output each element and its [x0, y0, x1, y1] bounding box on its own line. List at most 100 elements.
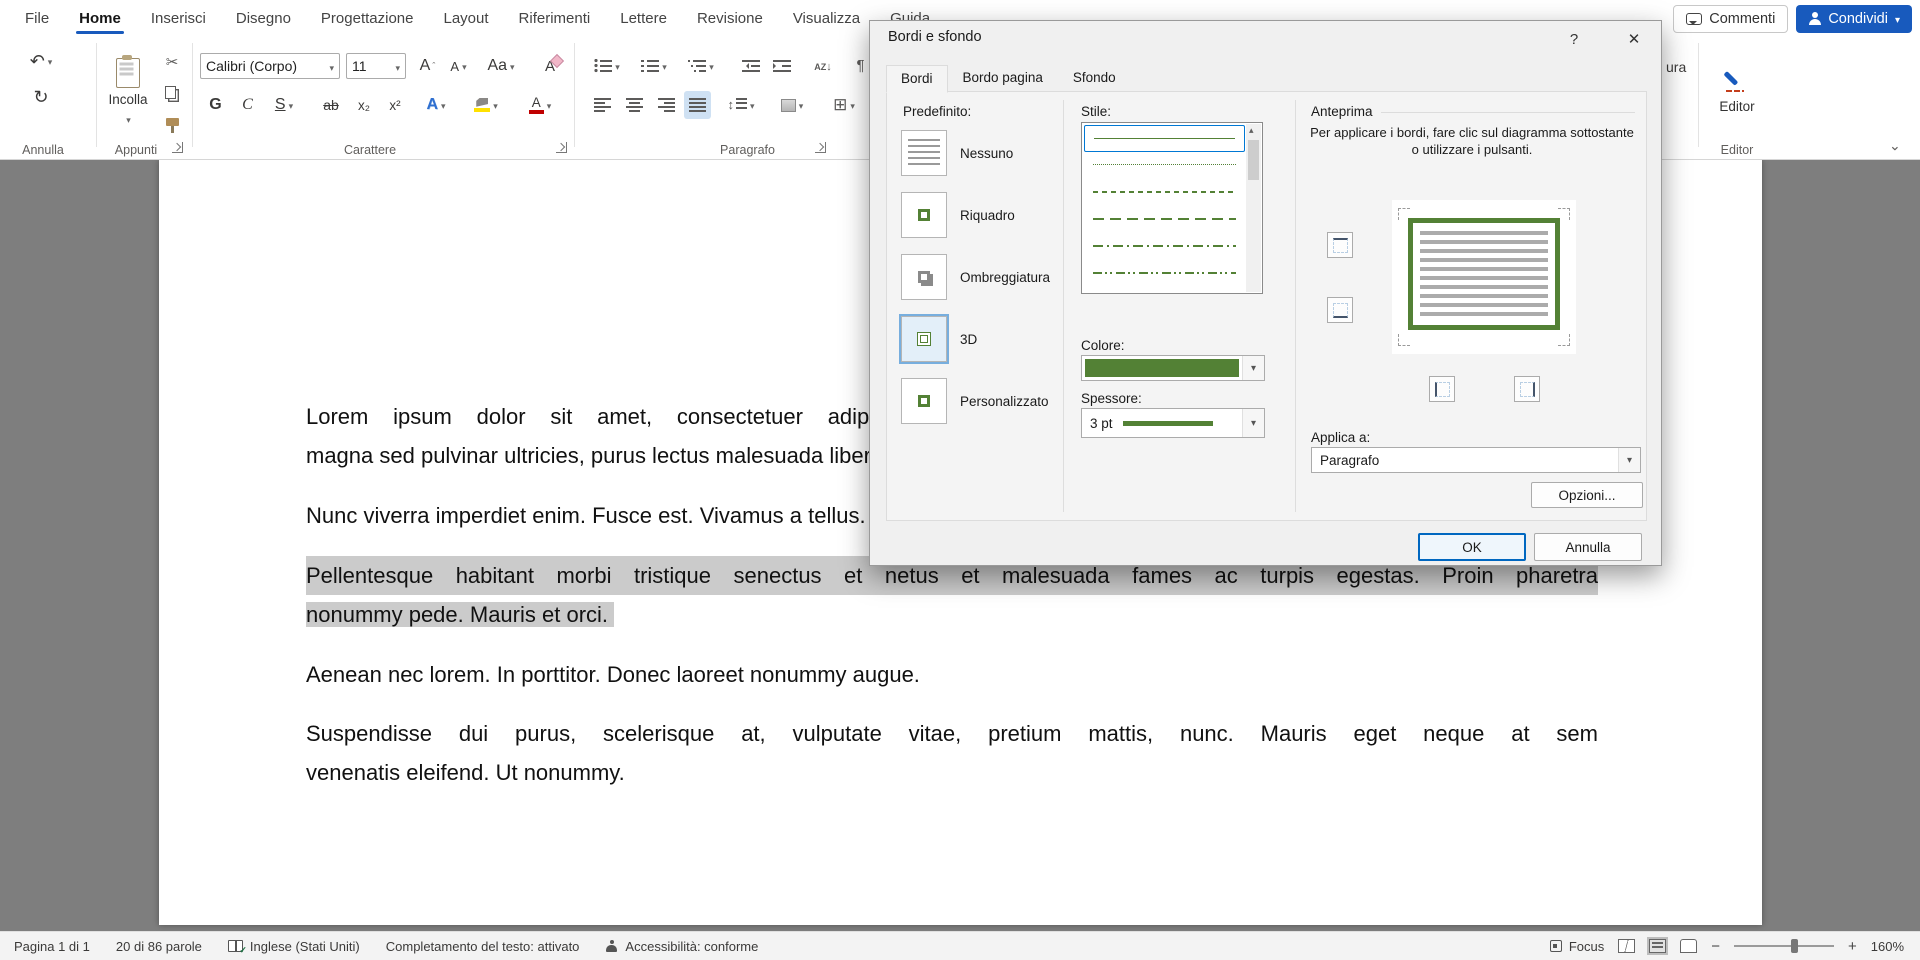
sort-button[interactable]: [805, 53, 841, 79]
underline-button[interactable]: S: [264, 91, 304, 119]
web-layout-button[interactable]: [1680, 939, 1697, 953]
tab-home[interactable]: Home: [64, 0, 136, 37]
word-count[interactable]: 20 di 86 parole: [116, 939, 202, 954]
tab-progettazione[interactable]: Progettazione: [306, 0, 429, 37]
border-bottom-toggle-button[interactable]: [1327, 297, 1353, 323]
color-select[interactable]: [1081, 355, 1265, 381]
style-option-dashed-small[interactable]: [1084, 179, 1245, 206]
chevron-down-icon: [1242, 409, 1264, 437]
undo-button[interactable]: [22, 45, 60, 77]
width-select[interactable]: 3 pt: [1081, 408, 1265, 438]
zoom-slider-thumb[interactable]: [1791, 939, 1798, 953]
grow-font-button[interactable]: Aˆ: [413, 53, 442, 79]
borders-button[interactable]: [822, 91, 866, 119]
change-case-button[interactable]: Aa: [480, 53, 522, 79]
dialog-tab-sfondo[interactable]: Sfondo: [1058, 64, 1131, 92]
tab-revisione[interactable]: Revisione: [682, 0, 778, 37]
border-left-toggle-button[interactable]: [1429, 376, 1455, 402]
tab-lettere[interactable]: Lettere: [605, 0, 682, 37]
cancel-button[interactable]: Annulla: [1534, 533, 1642, 561]
collapse-ribbon-button[interactable]: [1884, 133, 1906, 155]
close-button[interactable]: ✕: [1618, 27, 1650, 51]
share-button[interactable]: Condividi: [1796, 5, 1912, 33]
style-option-dashed[interactable]: [1084, 206, 1245, 233]
tab-visualizza[interactable]: Visualizza: [778, 0, 875, 37]
help-button[interactable]: ?: [1560, 27, 1588, 51]
paste-button[interactable]: Incolla: [104, 45, 152, 139]
tab-disegno[interactable]: Disegno: [221, 0, 306, 37]
ok-button[interactable]: OK: [1418, 533, 1526, 561]
text-completion-status[interactable]: Completamento del testo: attivato: [386, 939, 580, 954]
cut-button[interactable]: [157, 49, 187, 75]
preset-custom-icon: [901, 378, 947, 424]
line-spacing-button[interactable]: [719, 91, 763, 119]
read-mode-button[interactable]: [1618, 939, 1635, 953]
font-size-select[interactable]: 11: [346, 53, 406, 79]
tab-riferimenti[interactable]: Riferimenti: [504, 0, 606, 37]
accessibility-status[interactable]: Accessibilità: conforme: [605, 939, 758, 954]
preset-personalizzato[interactable]: Personalizzato: [901, 378, 1049, 424]
justify-button[interactable]: [684, 91, 711, 119]
superscript-button[interactable]: x²: [381, 91, 409, 119]
font-color-button[interactable]: A: [519, 91, 561, 119]
style-list[interactable]: [1081, 122, 1263, 294]
font-dialog-launcher[interactable]: [556, 142, 567, 153]
style-option-dash-dot[interactable]: [1084, 233, 1245, 260]
preset-3d[interactable]: 3D: [901, 316, 977, 362]
subscript-button[interactable]: x₂: [350, 91, 378, 119]
zoom-out-button[interactable]: −: [1711, 938, 1720, 955]
italic-button[interactable]: C: [234, 91, 261, 119]
border-top-toggle-button[interactable]: [1327, 232, 1353, 258]
preset-nessuno[interactable]: Nessuno: [901, 130, 1013, 176]
dialog-tab-bordi[interactable]: Bordi: [886, 65, 948, 93]
shrink-font-button[interactable]: A: [444, 53, 473, 79]
style-list-scrollbar[interactable]: [1246, 124, 1261, 292]
tab-file[interactable]: File: [10, 0, 64, 37]
clear-formatting-button[interactable]: A: [534, 53, 566, 79]
focus-mode-button[interactable]: Focus: [1550, 939, 1604, 954]
numbering-button[interactable]: [633, 53, 675, 79]
border-right-toggle-button[interactable]: [1514, 376, 1540, 402]
style-option-dotted[interactable]: [1084, 152, 1245, 179]
dialog-tab-bordo-pagina[interactable]: Bordo pagina: [948, 64, 1058, 92]
text-effects-button[interactable]: A: [416, 91, 456, 119]
zoom-level[interactable]: 160%: [1871, 939, 1904, 954]
align-right-button[interactable]: [653, 91, 680, 119]
increase-indent-button[interactable]: [767, 53, 796, 79]
format-painter-button[interactable]: [157, 109, 187, 135]
print-layout-button[interactable]: [1649, 939, 1666, 953]
paragraph-dialog-launcher[interactable]: [815, 142, 826, 153]
tab-layout[interactable]: Layout: [429, 0, 504, 37]
highlight-color-button[interactable]: [465, 91, 507, 119]
style-option-dash-dot-dot[interactable]: [1084, 260, 1245, 287]
strikethrough-button[interactable]: ab: [315, 91, 347, 119]
border-preview-diagram[interactable]: [1392, 200, 1576, 354]
options-button[interactable]: Opzioni...: [1531, 482, 1643, 508]
tab-inserisci[interactable]: Inserisci: [136, 0, 221, 37]
proofing-status[interactable]: Inglese (Stati Uniti): [228, 939, 360, 954]
comments-button[interactable]: Commenti: [1673, 5, 1788, 33]
align-center-button[interactable]: [621, 91, 648, 119]
decrease-indent-button[interactable]: [736, 53, 765, 79]
multilevel-list-button[interactable]: [680, 53, 722, 79]
chevron-down-icon: [492, 96, 498, 114]
preset-riquadro[interactable]: Riquadro: [901, 192, 1015, 238]
preset-ombreggiatura[interactable]: Ombreggiatura: [901, 254, 1050, 300]
editor-button[interactable]: Editor: [1706, 45, 1768, 137]
redo-button[interactable]: [22, 81, 60, 113]
shading-button[interactable]: [770, 91, 814, 119]
clipboard-dialog-launcher[interactable]: [172, 142, 183, 153]
bullets-button[interactable]: [586, 53, 628, 79]
clipboard-icon: [116, 58, 140, 88]
zoom-in-button[interactable]: +: [1848, 938, 1857, 955]
apply-to-select[interactable]: Paragrafo: [1311, 447, 1641, 473]
font-name-select[interactable]: Calibri (Corpo): [200, 53, 340, 79]
bold-button[interactable]: G: [202, 91, 229, 119]
style-option-solid[interactable]: [1084, 125, 1245, 152]
copy-button[interactable]: [157, 79, 187, 105]
page-indicator[interactable]: Pagina 1 di 1: [14, 939, 90, 954]
align-left-button[interactable]: [589, 91, 616, 119]
clear-formatting-icon: A: [545, 58, 555, 75]
zoom-slider[interactable]: [1734, 945, 1834, 947]
redo-icon: [33, 87, 48, 108]
